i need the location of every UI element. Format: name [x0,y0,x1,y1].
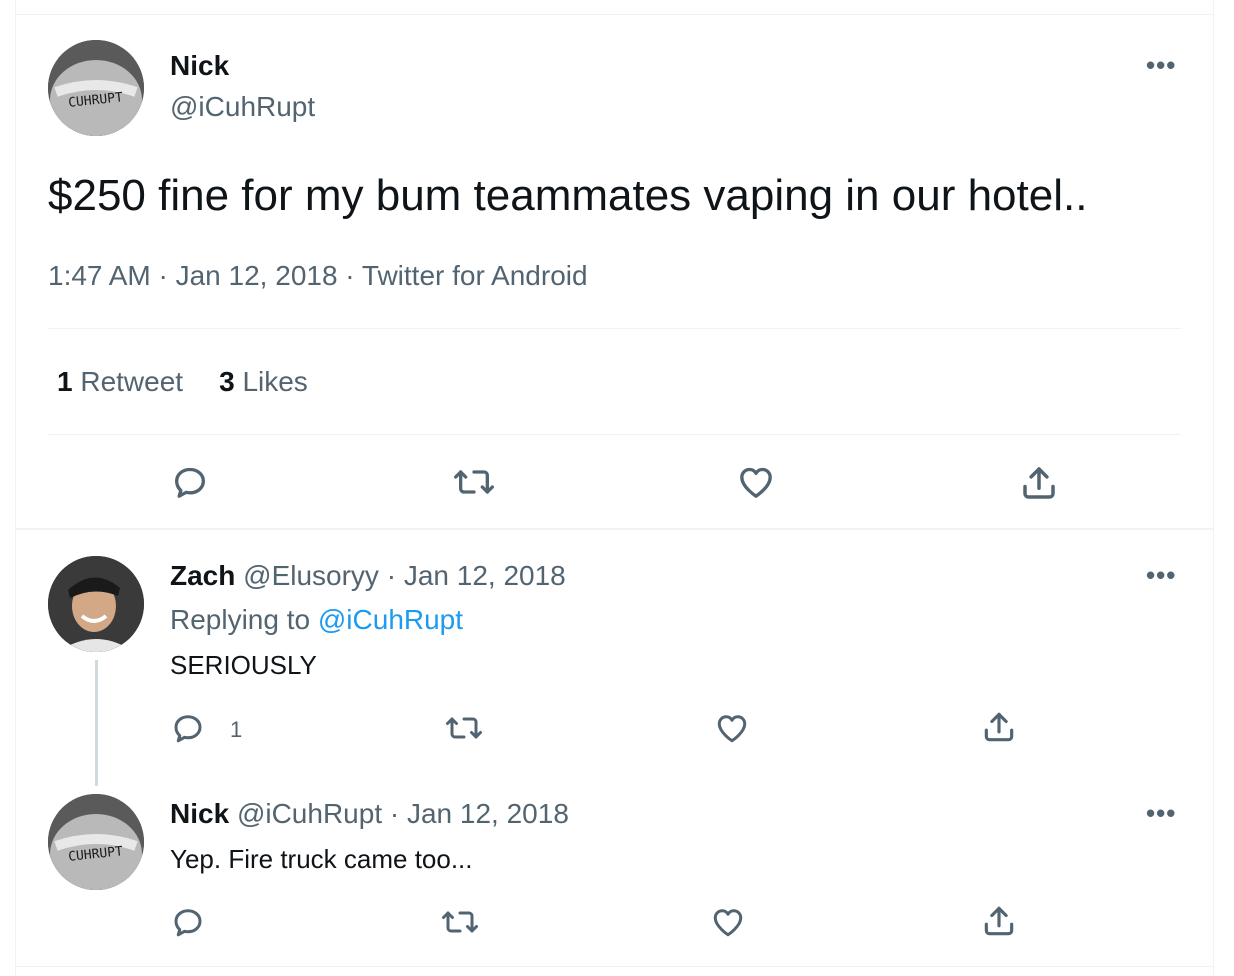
author-name[interactable]: Zach [170,560,235,591]
author-handle[interactable]: @Elusoryy [243,560,379,591]
author-handle[interactable]: @iCuhRupt [237,798,382,829]
avatar-image [48,556,144,652]
reply-text: Yep. Fire truck came too... [170,844,473,874]
more-icon[interactable]: ••• [1146,798,1176,829]
author-name[interactable]: Nick [170,50,229,82]
like-count: 3 [219,366,235,397]
divider [48,328,1181,329]
like-icon[interactable] [710,904,746,940]
separator: · [389,798,400,829]
reply-icon[interactable] [170,462,210,502]
share-icon[interactable] [980,902,1018,940]
like-label: Likes [242,366,308,397]
share-icon[interactable] [1018,462,1060,504]
replying-to: Replying to @iCuhRupt [170,604,463,636]
reply-date[interactable]: Jan 12, 2018 [407,798,569,829]
reply-icon[interactable] [170,904,206,940]
bottom-divider [16,966,1213,967]
author-name[interactable]: Nick [170,798,229,829]
like-stat[interactable]: 3 Likes [219,366,308,397]
avatar-image: CUHRUPT [48,40,144,136]
avatar[interactable]: CUHRUPT [48,794,144,890]
separator: · [386,560,397,591]
reply-count: 1 [230,717,243,742]
reply-header: Nick @iCuhRupt · Jan 12, 2018 [170,798,569,830]
reply-text: SERIOUSLY [170,650,317,680]
tweet-text: $250 fine for my bum teammates vaping in… [48,171,1088,220]
divider [48,434,1181,435]
retweet-stat[interactable]: 1 Retweet [57,366,183,397]
replying-to-mention[interactable]: @iCuhRupt [318,604,463,635]
top-divider [16,14,1213,15]
tweet-meta[interactable]: 1:47 AM · Jan 12, 2018 · Twitter for And… [48,260,588,292]
avatar[interactable] [48,556,144,652]
more-icon[interactable]: ••• [1146,560,1176,591]
tweet-stats: 1 Retweet 3 Likes [57,366,308,398]
retweet-count: 1 [57,366,73,397]
reply-header: Zach @Elusoryy · Jan 12, 2018 [170,560,566,592]
retweet-icon[interactable] [444,710,484,746]
avatar-image: CUHRUPT [48,794,144,890]
retweet-icon[interactable] [452,462,496,502]
reply-icon[interactable] [170,710,206,746]
like-icon[interactable] [736,462,776,502]
reply-date[interactable]: Jan 12, 2018 [404,560,566,591]
share-icon[interactable] [980,708,1018,746]
more-icon[interactable]: ••• [1146,50,1176,81]
section-divider [15,528,1214,530]
like-icon[interactable] [714,710,750,746]
retweet-label: Retweet [80,366,184,397]
avatar[interactable]: CUHRUPT [48,40,144,136]
author-handle[interactable]: @iCuhRupt [170,91,315,123]
replying-to-label: Replying to [170,604,311,635]
retweet-icon[interactable] [440,904,480,940]
thread-line [95,660,98,786]
